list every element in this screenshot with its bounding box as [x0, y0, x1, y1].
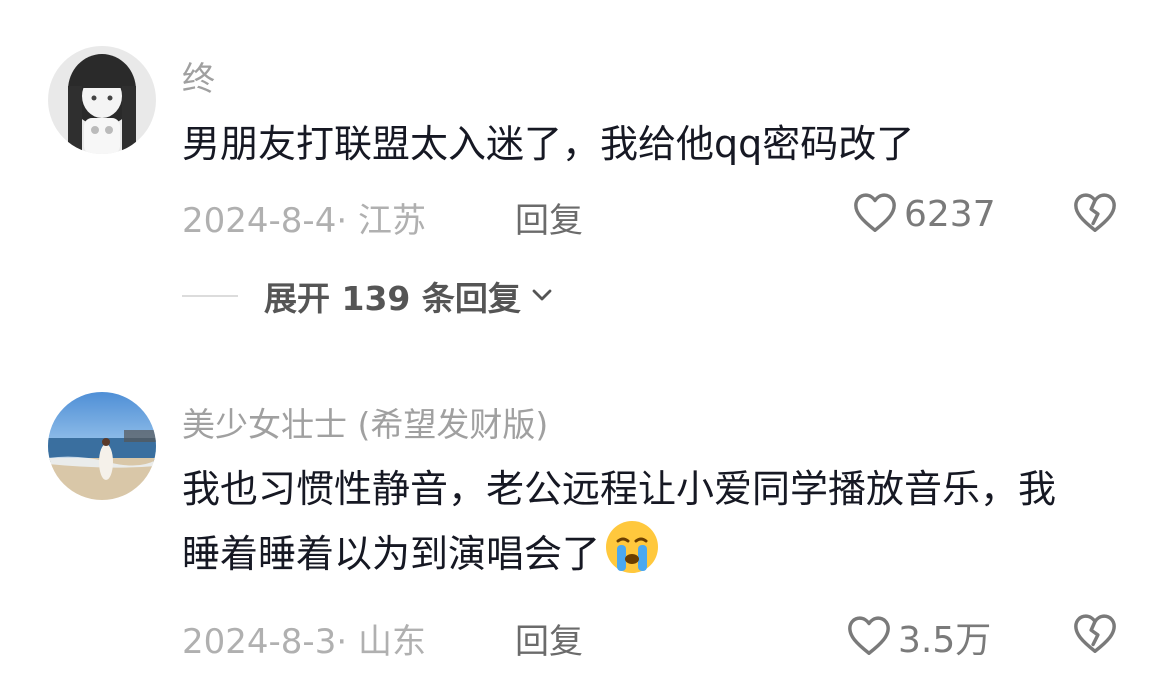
comment-text: 我也习惯性静音，老公远程让小爱同学播放音乐，我睡着睡着以为到演唱会了: [182, 459, 1082, 592]
comment-date-location: 2024-8-3· 山东: [182, 622, 426, 662]
avatar[interactable]: [48, 392, 156, 500]
reply-button[interactable]: 回复: [515, 614, 583, 663]
comment-section: 终 男朋友打联盟太入迷了，我给他qq密码改了 2024-8-4· 江苏 回复 6…: [0, 0, 1170, 677]
loudly-crying-face-icon: [604, 519, 660, 592]
heart-icon: [846, 613, 892, 661]
like-count: 3.5万: [898, 620, 992, 661]
comment-item: 美少女壮士 (希望发财版) 我也习惯性静音，老公远程让小爱同学播放音乐，我睡着睡…: [0, 0, 1170, 677]
like-button[interactable]: 3.5万: [846, 611, 991, 663]
broken-heart-icon: [1072, 614, 1118, 659]
username[interactable]: 美少女壮士 (希望发财版): [182, 398, 548, 446]
dislike-button[interactable]: [1072, 611, 1118, 659]
